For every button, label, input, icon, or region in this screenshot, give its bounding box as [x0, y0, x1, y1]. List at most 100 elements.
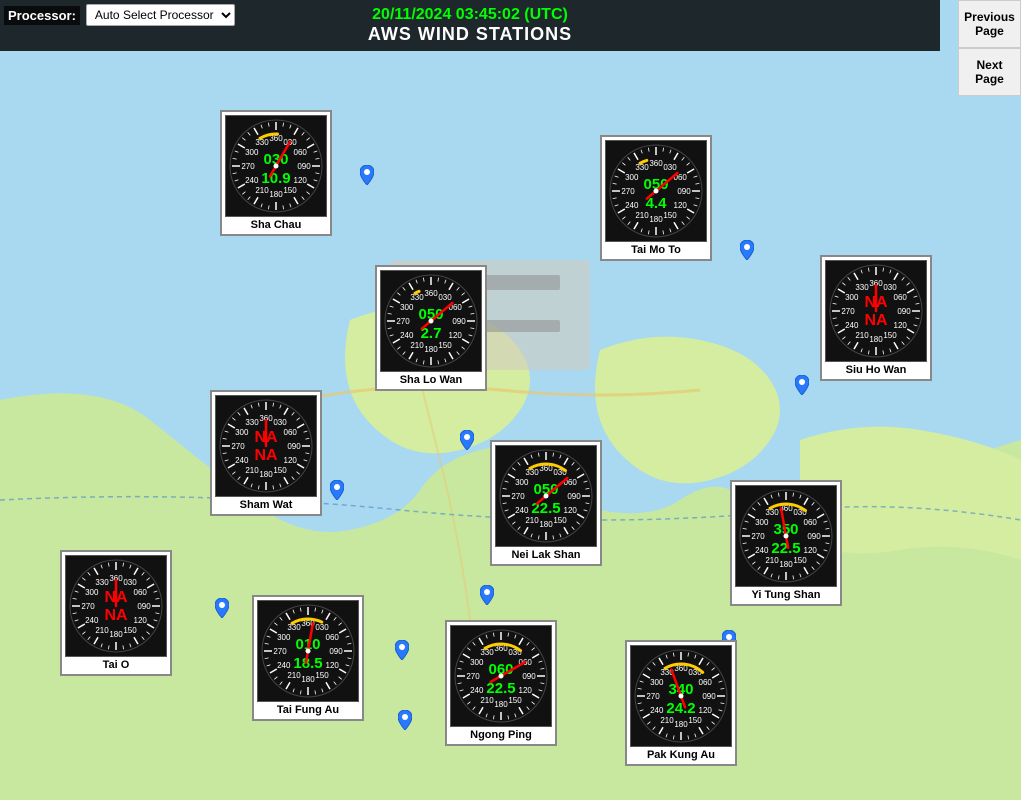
svg-text:210: 210 [245, 466, 259, 475]
svg-text:240: 240 [400, 331, 414, 340]
svg-text:090: 090 [702, 692, 716, 701]
svg-text:240: 240 [515, 506, 529, 515]
svg-text:300: 300 [235, 428, 249, 437]
processor-label: Processor: [4, 6, 80, 25]
prev-page-button[interactable]: PreviousPage [958, 0, 1021, 48]
svg-text:330: 330 [95, 578, 109, 587]
station-ngong-ping[interactable]: 3600300600901201501802102402703003300602… [445, 620, 557, 746]
svg-text:090: 090 [522, 672, 536, 681]
svg-text:180: 180 [649, 215, 663, 224]
svg-text:330: 330 [410, 293, 424, 302]
svg-text:330: 330 [635, 163, 649, 172]
svg-text:360: 360 [649, 159, 663, 168]
svg-text:150: 150 [273, 466, 287, 475]
svg-text:270: 270 [511, 492, 525, 501]
svg-text:300: 300 [470, 658, 484, 667]
station-sham-wat[interactable]: 360030060090120150180210240270300330NANA… [210, 390, 322, 516]
svg-text:120: 120 [284, 456, 298, 465]
svg-text:300: 300 [845, 293, 859, 302]
svg-text:270: 270 [231, 442, 245, 451]
svg-text:300: 300 [85, 588, 99, 597]
svg-text:030: 030 [438, 293, 452, 302]
svg-text:210: 210 [635, 211, 649, 220]
svg-text:270: 270 [621, 187, 635, 196]
svg-text:120: 120 [894, 321, 908, 330]
svg-text:330: 330 [245, 418, 259, 427]
svg-text:120: 120 [804, 546, 818, 555]
svg-text:180: 180 [494, 700, 508, 709]
station-nei-lak-shan[interactable]: 3600300600901201501802102402703003300502… [490, 440, 602, 566]
svg-text:060: 060 [699, 678, 713, 687]
svg-text:180: 180 [539, 520, 553, 529]
svg-text:300: 300 [515, 478, 529, 487]
svg-text:210: 210 [525, 516, 539, 525]
svg-text:300: 300 [755, 518, 769, 527]
processor-select[interactable]: Auto Select Processor [86, 4, 235, 26]
svg-text:060: 060 [284, 428, 298, 437]
station-name: Tai O [65, 659, 167, 671]
svg-text:180: 180 [424, 345, 438, 354]
svg-text:24.2: 24.2 [666, 700, 695, 717]
svg-text:060: 060 [894, 293, 908, 302]
svg-text:120: 120 [326, 661, 340, 670]
svg-text:120: 120 [134, 616, 148, 625]
svg-text:120: 120 [674, 201, 688, 210]
svg-text:150: 150 [315, 671, 329, 680]
svg-text:180: 180 [269, 190, 283, 199]
station-sha-lo-wan[interactable]: 3600300600901201501802102402703003300502… [375, 265, 487, 391]
svg-text:270: 270 [646, 692, 660, 701]
station-name: Sha Lo Wan [380, 374, 482, 386]
svg-text:330: 330 [525, 468, 539, 477]
svg-text:330: 330 [480, 648, 494, 657]
svg-text:10.9: 10.9 [261, 170, 290, 187]
svg-text:150: 150 [663, 211, 677, 220]
svg-text:180: 180 [301, 675, 315, 684]
svg-text:120: 120 [564, 506, 578, 515]
svg-text:210: 210 [765, 556, 779, 565]
station-siu-ho-wan[interactable]: 360030060090120150180210240270300330NANA… [820, 255, 932, 381]
svg-text:240: 240 [470, 686, 484, 695]
svg-text:360: 360 [424, 289, 438, 298]
svg-text:NA: NA [864, 312, 888, 329]
svg-text:150: 150 [123, 626, 137, 635]
page-title: AWS WIND STATIONS [16, 24, 924, 45]
svg-text:210: 210 [855, 331, 869, 340]
svg-text:090: 090 [137, 602, 151, 611]
station-name: Tai Fung Au [257, 704, 359, 716]
station-name: Siu Ho Wan [825, 364, 927, 376]
svg-text:090: 090 [297, 162, 311, 171]
station-name: Yi Tung Shan [735, 589, 837, 601]
svg-text:090: 090 [807, 532, 821, 541]
station-sha-chau[interactable]: 3600300600901201501802102402703003300301… [220, 110, 332, 236]
svg-text:030: 030 [315, 623, 329, 632]
svg-text:22.5: 22.5 [531, 500, 560, 517]
station-tai-mo-to[interactable]: 3600300600901201501802102402703003300504… [600, 135, 712, 261]
svg-text:210: 210 [255, 186, 269, 195]
svg-text:300: 300 [245, 148, 259, 157]
svg-text:330: 330 [765, 508, 779, 517]
svg-text:090: 090 [329, 647, 343, 656]
svg-text:240: 240 [85, 616, 99, 625]
svg-text:120: 120 [519, 686, 533, 695]
svg-text:240: 240 [755, 546, 769, 555]
svg-text:270: 270 [81, 602, 95, 611]
svg-text:180: 180 [109, 630, 123, 639]
station-name: Pak Kung Au [630, 749, 732, 761]
svg-text:NA: NA [104, 607, 128, 624]
svg-text:090: 090 [287, 442, 301, 451]
station-yi-tung-shan[interactable]: 3600300600901201501802102402703003303502… [730, 480, 842, 606]
station-tai-o[interactable]: 360030060090120150180210240270300330NANA… [60, 550, 172, 676]
svg-text:240: 240 [625, 201, 639, 210]
svg-text:270: 270 [841, 307, 855, 316]
svg-text:240: 240 [650, 706, 664, 715]
svg-text:030: 030 [663, 163, 677, 172]
svg-text:NA: NA [254, 447, 278, 464]
next-page-button[interactable]: NextPage [958, 48, 1021, 96]
svg-text:090: 090 [567, 492, 581, 501]
svg-text:150: 150 [553, 516, 567, 525]
svg-text:210: 210 [95, 626, 109, 635]
station-pak-kung-au[interactable]: 3600300600901201501802102402703003303402… [625, 640, 737, 766]
station-tai-fung-au[interactable]: 3600300600901201501802102402703003300101… [252, 595, 364, 721]
svg-text:240: 240 [245, 176, 259, 185]
svg-text:300: 300 [625, 173, 639, 182]
